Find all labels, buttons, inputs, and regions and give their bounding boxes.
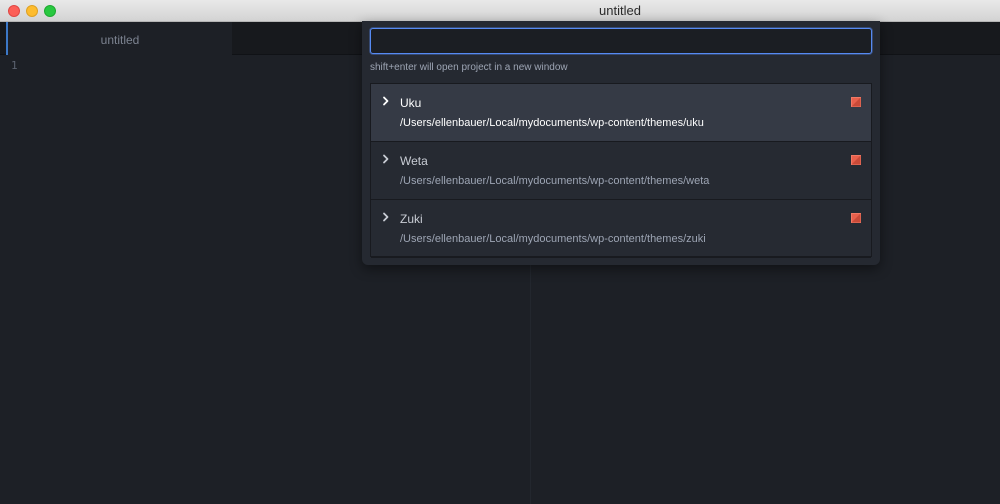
project-path: /Users/ellenbauer/Local/mydocuments/wp-c… [400, 233, 706, 245]
project-path: /Users/ellenbauer/Local/mydocuments/wp-c… [400, 175, 710, 187]
line-number-gutter: 1 [0, 55, 30, 504]
open-in-new-window-hint: shift+enter will open project in a new w… [370, 62, 568, 73]
title-bar: untitled [0, 0, 1000, 22]
project-color-icon [851, 155, 861, 165]
project-item-uku[interactable]: Uku /Users/ellenbauer/Local/mydocuments/… [371, 84, 871, 142]
project-color-icon [851, 97, 861, 107]
chevron-right-icon[interactable] [381, 94, 391, 108]
project-name: Zuki [400, 212, 423, 226]
chevron-right-icon[interactable] [381, 210, 391, 224]
window-title: untitled [599, 3, 641, 18]
project-item-zuki[interactable]: Zuki /Users/ellenbauer/Local/mydocuments… [371, 200, 871, 258]
project-path: /Users/ellenbauer/Local/mydocuments/wp-c… [400, 117, 704, 129]
editor-window: untitled untitled 1 shift+enter will ope… [0, 0, 1000, 504]
project-list: Uku /Users/ellenbauer/Local/mydocuments/… [370, 83, 872, 258]
project-name: Uku [400, 96, 422, 110]
project-name: Weta [400, 154, 428, 168]
chevron-right-icon[interactable] [381, 152, 391, 166]
tab-untitled[interactable]: untitled [6, 22, 232, 55]
project-search-input[interactable] [370, 28, 872, 54]
project-color-icon [851, 213, 861, 223]
project-item-weta[interactable]: Weta /Users/ellenbauer/Local/mydocuments… [371, 142, 871, 200]
line-number: 1 [11, 59, 18, 72]
project-finder-panel: shift+enter will open project in a new w… [362, 21, 880, 265]
